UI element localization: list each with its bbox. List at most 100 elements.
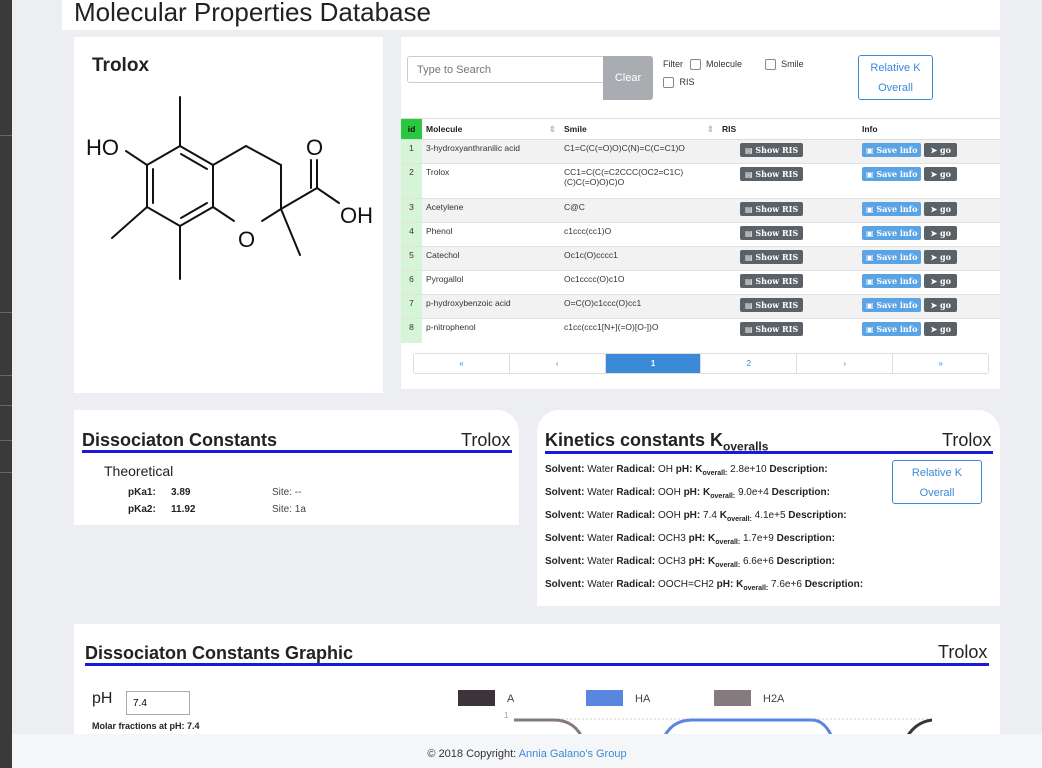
show-ris-button[interactable]: ▤ Show RIS <box>740 298 804 312</box>
row-ris-cell: ▤ Show RIS <box>718 163 858 199</box>
row-molecule: Acetylene <box>422 198 560 223</box>
row-id: 2 <box>401 163 422 199</box>
row-molecule: 3-hydroxyanthranilic acid <box>422 139 560 164</box>
footer-link[interactable]: Annia Galano's Group <box>519 748 627 760</box>
show-ris-button[interactable]: ▤ Show RIS <box>740 322 804 336</box>
edge-tick <box>0 135 12 136</box>
ph-label: pH: <box>688 533 706 544</box>
save-info-button[interactable]: ▣ Save info <box>862 322 922 336</box>
save-info-label: Save info <box>876 169 918 179</box>
row-ris-cell: ▤ Show RIS <box>718 198 858 223</box>
filter-molecule-label: Molecule <box>706 59 743 69</box>
show-ris-button[interactable]: ▤ Show RIS <box>740 250 804 264</box>
k-letter: K <box>719 510 727 521</box>
edge-tick <box>0 405 12 406</box>
filter-ris-label: RIS <box>679 77 695 87</box>
save-info-button[interactable]: ▣ Save info <box>862 143 922 157</box>
show-ris-button[interactable]: ▤ Show RIS <box>740 143 804 157</box>
go-button[interactable]: ➤ go <box>924 322 957 336</box>
dissociation-constants-card: Dissociaton Constants Trolox Theoretical… <box>74 410 519 525</box>
filter-smile-checkbox[interactable] <box>764 59 776 71</box>
go-button[interactable]: ➤ go <box>924 167 957 181</box>
legend-swatch-h2a <box>714 690 751 706</box>
page-1-button[interactable]: 1 <box>605 354 702 373</box>
go-button[interactable]: ➤ go <box>924 298 957 312</box>
save-icon: ▣ <box>866 145 877 155</box>
clear-button[interactable]: Clear <box>603 56 653 100</box>
save-info-label: Save info <box>876 145 918 155</box>
k-label: Koverall: <box>703 487 735 500</box>
k-value: 7.6e+6 <box>771 579 802 590</box>
save-info-button[interactable]: ▣ Save info <box>862 298 922 312</box>
go-label: go <box>939 228 951 238</box>
column-header-info[interactable]: Info <box>858 118 1000 140</box>
table-row: 2 Trolox CC1=C(C(=C2CCC(OC2=C1C)(C)C(=O)O)… <box>401 163 1000 199</box>
solvent-label: Solvent: <box>545 579 585 590</box>
kinetics-row: Solvent: Water Radical: OCH3 pH: Koveral… <box>545 533 835 546</box>
row-ris-cell: ▤ Show RIS <box>718 270 858 295</box>
column-header-molecule[interactable]: Molecule ⇕ <box>422 118 560 140</box>
k-label: Koverall: <box>719 510 752 523</box>
go-button[interactable]: ➤ go <box>924 274 957 288</box>
save-info-button[interactable]: ▣ Save info <box>862 202 922 216</box>
show-ris-button[interactable]: ▤ Show RIS <box>740 226 804 240</box>
show-ris-button[interactable]: ▤ Show RIS <box>740 167 804 181</box>
show-ris-button[interactable]: ▤ Show RIS <box>740 274 804 288</box>
kinetics-relative-k-button[interactable]: Relative K Overall <box>892 460 982 504</box>
page-prev-button[interactable]: ‹ <box>509 354 606 373</box>
go-button[interactable]: ➤ go <box>924 143 957 157</box>
table-row: 5 Catechol Oc1c(O)cccc1 ▤ Show RIS ▣ Save in… <box>401 246 1000 271</box>
pka-label: pKa2: <box>128 504 156 515</box>
filter-label: Filter <box>663 59 683 69</box>
page-2-button[interactable]: 2 <box>701 354 798 373</box>
send-icon: ➤ <box>930 324 940 334</box>
go-label: go <box>939 204 951 214</box>
page-first-button[interactable]: « <box>414 354 510 373</box>
save-info-button[interactable]: ▣ Save info <box>862 250 922 264</box>
kinetics-row: Solvent: Water Radical: OCH3 pH: Koveral… <box>545 556 835 569</box>
legend-label-ha: HA <box>635 693 651 705</box>
column-header-id[interactable]: id <box>401 118 422 140</box>
column-header-smile[interactable]: Smile ⇕ <box>560 118 718 140</box>
ph-label: pH: <box>683 487 701 498</box>
ph-label: pH: <box>716 579 734 590</box>
go-button[interactable]: ➤ go <box>924 226 957 240</box>
go-label: go <box>939 276 951 286</box>
go-button[interactable]: ➤ go <box>924 202 957 216</box>
file-icon: ▤ <box>745 204 756 214</box>
kinetics-constants-card: Kinetics constants Koveralls Trolox Rela… <box>537 410 1000 606</box>
go-label: go <box>939 252 951 262</box>
k-sub: overall: <box>715 562 741 569</box>
table-row: 6 Pyrogallol Oc1cccc(O)c1O ▤ Show RIS ▣ Save… <box>401 270 1000 295</box>
page-last-button[interactable]: » <box>893 354 988 373</box>
ph-input[interactable] <box>126 691 190 715</box>
dissociation-graphic-card: Dissociaton Constants Graphic Trolox pH … <box>74 624 1000 744</box>
y-tick-label: 1 <box>504 711 509 720</box>
row-id: 6 <box>401 270 422 295</box>
search-input[interactable] <box>407 56 605 83</box>
save-info-button[interactable]: ▣ Save info <box>862 167 922 181</box>
page-next-button[interactable]: › <box>797 354 894 373</box>
show-ris-button[interactable]: ▤ Show RIS <box>740 202 804 216</box>
solvent-value: Water <box>587 556 614 567</box>
k-value: 4.1e+5 <box>754 510 786 521</box>
row-ris-cell: ▤ Show RIS <box>718 294 858 319</box>
ph-label: pH: <box>683 510 701 521</box>
relative-k-overall-button[interactable]: Relative K Overall <box>858 55 933 100</box>
save-info-label: Save info <box>876 252 918 262</box>
row-smile: c1cc(ccc1[N+](=O)[O-])O <box>560 318 718 343</box>
filter-ris-checkbox[interactable] <box>663 77 674 89</box>
go-label: go <box>939 300 951 310</box>
save-info-button[interactable]: ▣ Save info <box>862 226 922 240</box>
kinetics-row: Solvent: Water Radical: OH pH: Koverall:… <box>545 464 828 477</box>
row-info-cell: ▣ Save info ➤ go <box>858 246 1000 271</box>
save-info-button[interactable]: ▣ Save info <box>862 274 922 288</box>
go-button[interactable]: ➤ go <box>924 250 957 264</box>
filter-molecule-checkbox[interactable] <box>689 59 701 71</box>
pka-value: 11.92 <box>171 504 196 515</box>
description-label: Description: <box>804 579 864 590</box>
kinetics-molecule: Trolox <box>942 430 992 450</box>
row-smile: c1ccc(cc1)O <box>560 222 718 247</box>
radical-value: OH <box>658 464 674 475</box>
column-header-ris[interactable]: RIS <box>718 118 858 140</box>
